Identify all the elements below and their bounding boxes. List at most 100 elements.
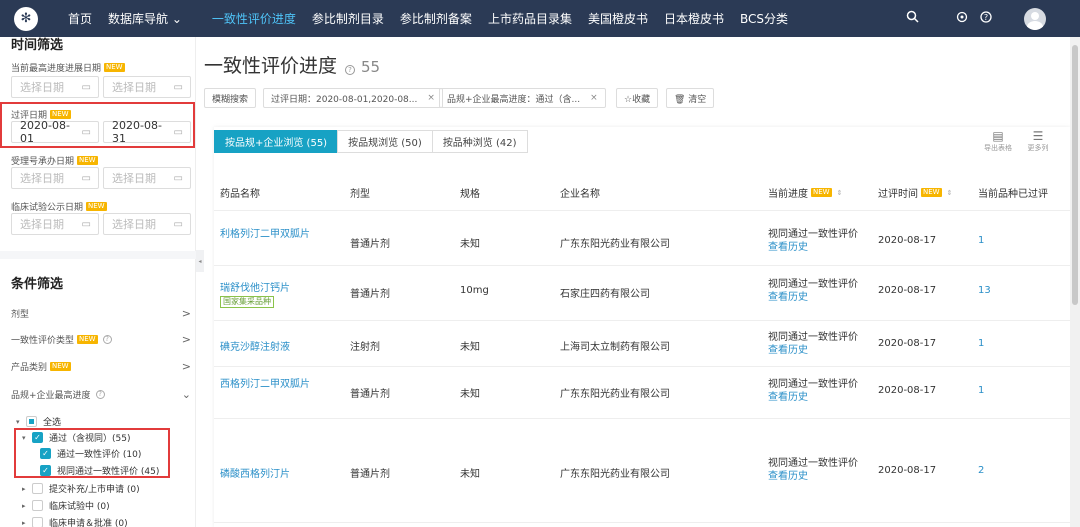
col-current-progress[interactable]: 当前进度 NEW ⇕	[768, 185, 842, 200]
help-icon: ?	[102, 335, 112, 344]
nav-bcs[interactable]: BCS分类	[740, 10, 788, 27]
progress-cell: 视同通过一致性评价 查看历史	[768, 379, 858, 404]
checkbox-partial[interactable]	[26, 416, 37, 427]
spec: 未知	[460, 469, 480, 480]
nav-marketed-drugs[interactable]: 上市药品目录集	[488, 10, 572, 27]
table-row: 碘克沙醇注射液 注射剂 未知 上海司太立制药有限公司 视同通过一致性评价 查看历史…	[214, 321, 1070, 367]
view-history-link[interactable]: 查看历史	[768, 391, 858, 404]
chevron-right-icon: >	[181, 360, 191, 373]
drug-name-link[interactable]: 磷酸西格列汀片	[220, 465, 290, 480]
condition-product-category[interactable]: 产品类别 NEW >	[11, 360, 191, 373]
tree-clinical-application[interactable]: ▸ 临床申请＆批准 (0)	[22, 516, 128, 527]
approved-count-link[interactable]: 2	[978, 465, 984, 476]
caret-right-icon: ▸	[22, 518, 26, 527]
latest-progress-end-date[interactable]: 选择日期 ▭	[103, 76, 191, 98]
col-approval-time[interactable]: 过评时间 NEW ⇕	[878, 185, 952, 200]
new-badge: NEW	[77, 156, 98, 165]
approved-count-link[interactable]: 1	[978, 385, 984, 396]
tree-clinical-trial[interactable]: ▸ 临床试验中 (0)	[22, 499, 110, 512]
list-icon: ☰	[1032, 129, 1044, 143]
col-company: 企业名称	[560, 189, 600, 200]
help-icon[interactable]: ?	[976, 10, 996, 27]
more-columns-button[interactable]: ☰ 更多列	[1018, 129, 1058, 153]
highlight-box	[14, 428, 170, 478]
export-table-button[interactable]: ▤ 导出表格	[978, 129, 1018, 153]
chevron-down-icon: ⌄	[181, 388, 191, 401]
tree-submitted[interactable]: ▸ 提交补充/上市申请 (0)	[22, 482, 140, 495]
nav-database[interactable]: 数据库导航 ⌄	[108, 10, 182, 27]
condition-evaluation-type[interactable]: 一致性评价类型 NEW? >	[11, 333, 191, 346]
new-badge: NEW	[104, 63, 125, 72]
latest-progress-start-date[interactable]: 选择日期 ▭	[11, 76, 99, 98]
chevron-right-icon: >	[181, 333, 191, 346]
company-name: 广东东阳光药业有限公司	[560, 239, 670, 250]
filter-tag-highest-progress[interactable]: 品规+企业最高进度：通过（含... ×	[439, 88, 606, 108]
nav-home[interactable]: 首页	[68, 10, 92, 27]
view-history-link[interactable]: 查看历史	[768, 470, 858, 483]
tab-by-spec[interactable]: 按品规浏览 (50)	[337, 130, 433, 153]
acceptance-start-date[interactable]: 选择日期 ▭	[11, 167, 99, 189]
tab-by-variety[interactable]: 按品种浏览 (42)	[431, 130, 528, 153]
checkbox-empty[interactable]	[32, 500, 43, 511]
favorite-button[interactable]: ☆收藏	[616, 88, 659, 108]
filter-tag-approval-date[interactable]: 过评日期：2020-08-01,2020-08... ×	[263, 88, 443, 108]
collapse-sidebar-icon[interactable]: ◂	[196, 250, 204, 272]
checkbox-empty[interactable]	[32, 483, 43, 494]
calendar-icon: ▭	[81, 81, 91, 93]
calendar-icon: ▭	[173, 218, 183, 230]
nav-reference-filing[interactable]: 参比制剂备案	[400, 10, 472, 27]
clinical-trial-start-date[interactable]: 选择日期 ▭	[11, 213, 99, 235]
clinical-trial-end-date[interactable]: 选择日期 ▭	[103, 213, 191, 235]
acceptance-end-date[interactable]: 选择日期 ▭	[103, 167, 191, 189]
latest-progress-date-label: 当前最高进度进展日期 NEW	[11, 63, 125, 74]
gift-icon[interactable]	[952, 11, 972, 27]
nav-reference-catalog[interactable]: 参比制剂目录	[312, 10, 384, 27]
approval-date: 2020-08-17	[878, 285, 937, 296]
close-icon[interactable]: ×	[427, 93, 435, 103]
scrollbar-thumb[interactable]	[1072, 45, 1078, 305]
view-history-link[interactable]: 查看历史	[768, 291, 858, 304]
spec: 未知	[460, 342, 480, 353]
caret-right-icon: ▸	[22, 501, 26, 510]
progress-cell: 视同通过一致性评价 查看历史	[768, 458, 858, 483]
national-procurement-tag: 国家集采品种	[220, 296, 274, 308]
clinical-trial-date-label: 临床试验公示日期 NEW	[11, 202, 107, 213]
approved-count-link[interactable]: 13	[978, 285, 991, 296]
spec: 10mg	[460, 285, 489, 296]
approval-date: 2020-08-17	[878, 465, 937, 476]
drug-name-link[interactable]: 碘克沙醇注射液	[220, 338, 290, 353]
avatar[interactable]	[1024, 7, 1046, 30]
checkbox-empty[interactable]	[32, 517, 43, 527]
condition-filter-title: 条件筛选	[11, 277, 64, 292]
filter-sidebar: 时间筛选 当前最高进度进展日期 NEW 选择日期 ▭ 选择日期 ▭ 过评日期 NEW 2…	[0, 37, 196, 527]
nav-us-orange-book[interactable]: 美国橙皮书	[588, 10, 648, 27]
approval-date: 2020-08-17	[878, 338, 937, 349]
logo-icon[interactable]: ✻	[14, 6, 38, 31]
condition-highest-progress[interactable]: 品规+企业最高进度? ⌄	[11, 388, 191, 401]
result-count: 55	[361, 58, 381, 76]
drug-name-link[interactable]: 利格列汀二甲双胍片	[220, 228, 310, 241]
approval-date: 2020-08-17	[878, 235, 937, 246]
dosage-form: 普通片剂	[350, 469, 390, 480]
page-title: 一致性评价进度? 55	[204, 55, 381, 77]
tab-by-spec-company[interactable]: 按品规+企业浏览 (55)	[214, 130, 339, 153]
new-badge: NEW	[50, 362, 71, 371]
tree-select-all[interactable]: ▾ 全选	[16, 415, 61, 428]
approved-count-link[interactable]: 1	[978, 235, 984, 246]
view-history-link[interactable]: 查看历史	[768, 344, 858, 357]
view-history-link[interactable]: 查看历史	[768, 241, 858, 254]
caret-down-icon: ▾	[16, 417, 20, 426]
nav-consistency-progress[interactable]: 一致性评价进度	[212, 10, 296, 27]
drug-name-link[interactable]: 瑞舒伐他汀钙片 国家集采品种	[220, 279, 290, 308]
drug-name-link[interactable]: 西格列汀二甲双胍片	[220, 378, 310, 391]
condition-dosage-form[interactable]: 剂型 >	[11, 307, 191, 320]
help-icon: ?	[95, 390, 105, 399]
page-scrollbar[interactable]	[1070, 37, 1080, 527]
fuzzy-search-button[interactable]: 模糊搜索	[204, 88, 257, 108]
nav-jp-orange-book[interactable]: 日本橙皮书	[664, 10, 724, 27]
close-icon[interactable]: ×	[590, 93, 598, 103]
sort-icon: ⇕	[946, 188, 953, 197]
clear-button[interactable]: 🗑 清空	[666, 88, 715, 108]
search-icon[interactable]	[902, 10, 922, 27]
approved-count-link[interactable]: 1	[978, 338, 984, 349]
